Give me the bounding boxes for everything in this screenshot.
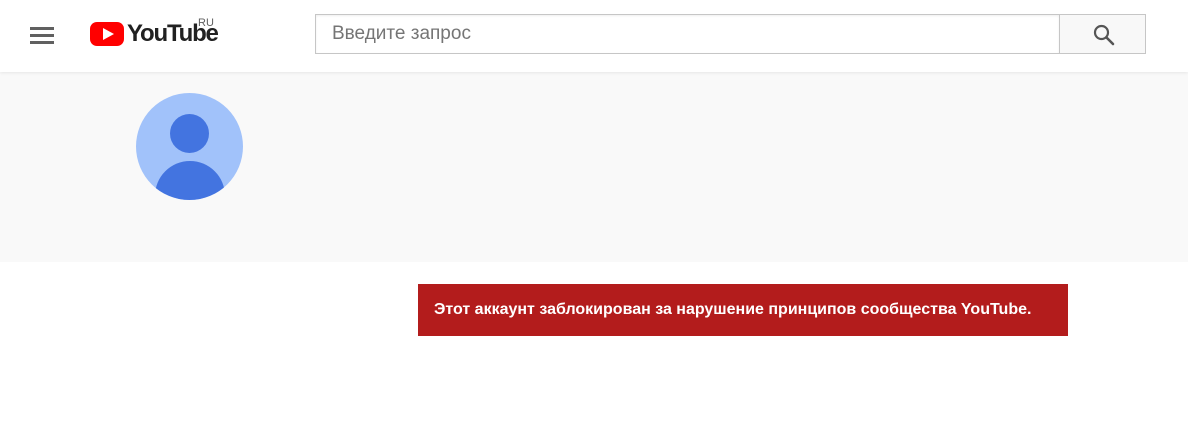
menu-line (30, 27, 54, 30)
default-user-avatar-icon (136, 93, 243, 200)
search-box (315, 14, 1059, 54)
menu-line (30, 41, 54, 44)
hamburger-menu-icon[interactable] (22, 20, 62, 50)
avatar-body (155, 161, 225, 200)
search-icon (1093, 24, 1115, 46)
youtube-logo[interactable]: YouTube RU (90, 17, 230, 52)
play-button-logo-icon (90, 22, 124, 46)
account-terminated-alert: Этот аккаунт заблокирован за нарушение п… (418, 284, 1068, 336)
logo-region-code: RU (198, 17, 214, 29)
menu-line (30, 34, 54, 37)
masthead: YouTube RU (0, 0, 1188, 72)
search-input[interactable] (316, 15, 1059, 53)
avatar-head (170, 114, 209, 153)
channel-header (0, 72, 1188, 262)
search-button[interactable] (1059, 14, 1146, 54)
